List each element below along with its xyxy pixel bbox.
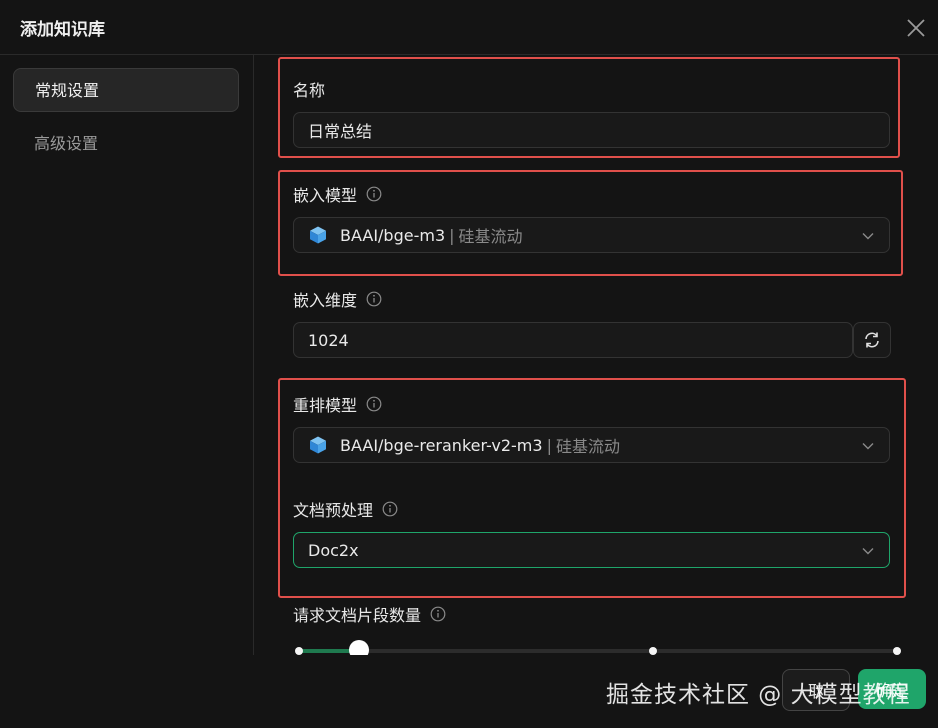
settings-content: 名称 日常总结 嵌入模型 BAAI/bge-m3 | 硅基流动 嵌入维度 102… bbox=[254, 55, 938, 655]
add-knowledge-base-dialog: 添加知识库 常规设置 高级设置 名称 日常总结 嵌入模型 BAAI/bge-m3 bbox=[0, 0, 938, 728]
embedding-model-select[interactable]: BAAI/bge-m3 | 硅基流动 bbox=[293, 217, 890, 253]
chunk-count-slider[interactable] bbox=[295, 640, 901, 655]
name-label: 名称 bbox=[293, 77, 325, 101]
doc-preprocess-label: 文档预处理 bbox=[293, 497, 398, 521]
model-cube-icon bbox=[310, 436, 326, 454]
name-input[interactable]: 日常总结 bbox=[293, 112, 890, 148]
dialog-header: 添加知识库 bbox=[0, 0, 938, 55]
slider-mark bbox=[295, 647, 303, 655]
embedding-dim-label-text: 嵌入维度 bbox=[293, 291, 358, 310]
chevron-down-icon bbox=[862, 548, 874, 555]
doc-preprocess-select[interactable]: Doc2x bbox=[293, 532, 890, 568]
embedding-dim-value: 1024 bbox=[308, 330, 349, 350]
info-icon[interactable] bbox=[366, 186, 382, 202]
refresh-button[interactable] bbox=[853, 322, 891, 358]
info-icon[interactable] bbox=[366, 396, 382, 412]
info-icon[interactable] bbox=[430, 606, 446, 622]
chevron-down-icon bbox=[862, 233, 874, 240]
cancel-button[interactable]: 取 bbox=[782, 669, 850, 711]
embedding-dim-label: 嵌入维度 bbox=[293, 287, 382, 311]
info-icon[interactable] bbox=[366, 291, 382, 307]
chunk-count-label-text: 请求文档片段数量 bbox=[293, 606, 422, 625]
sidebar-item-advanced-settings[interactable]: 高级设置 bbox=[13, 122, 239, 166]
separator: | bbox=[546, 435, 552, 455]
slider-mark bbox=[649, 647, 657, 655]
slider-thumb[interactable] bbox=[349, 640, 369, 655]
model-cube-icon bbox=[310, 226, 326, 244]
info-icon[interactable] bbox=[382, 501, 398, 517]
close-icon[interactable] bbox=[903, 15, 929, 41]
refresh-icon bbox=[865, 332, 879, 348]
rerank-model-name: BAAI/bge-reranker-v2-m3 bbox=[340, 435, 543, 455]
chunk-count-label: 请求文档片段数量 bbox=[293, 602, 446, 626]
slider-mark bbox=[893, 647, 901, 655]
embedding-model-label-text: 嵌入模型 bbox=[293, 186, 358, 205]
rerank-model-provider: 硅基流动 bbox=[555, 437, 620, 456]
sidebar-item-general-settings[interactable]: 常规设置 bbox=[13, 68, 239, 112]
embedding-dim-input[interactable]: 1024 bbox=[293, 322, 853, 358]
embedding-model-provider: 硅基流动 bbox=[458, 227, 523, 246]
embedding-model-name: BAAI/bge-m3 bbox=[340, 225, 446, 245]
chevron-down-icon bbox=[862, 443, 874, 450]
rerank-model-select[interactable]: BAAI/bge-reranker-v2-m3 | 硅基流动 bbox=[293, 427, 890, 463]
doc-preprocess-value: Doc2x bbox=[308, 540, 359, 560]
rerank-model-label: 重排模型 bbox=[293, 392, 382, 416]
separator: | bbox=[449, 225, 455, 245]
doc-preprocess-label-text: 文档预处理 bbox=[293, 501, 374, 520]
name-label-text: 名称 bbox=[293, 81, 326, 100]
ok-button[interactable]: 确定 bbox=[858, 669, 926, 709]
embedding-model-label: 嵌入模型 bbox=[293, 182, 382, 206]
name-input-value: 日常总结 bbox=[308, 122, 373, 141]
dialog-title: 添加知识库 bbox=[20, 20, 105, 40]
settings-sidebar: 常规设置 高级设置 bbox=[0, 55, 254, 655]
rerank-model-label-text: 重排模型 bbox=[293, 396, 358, 415]
